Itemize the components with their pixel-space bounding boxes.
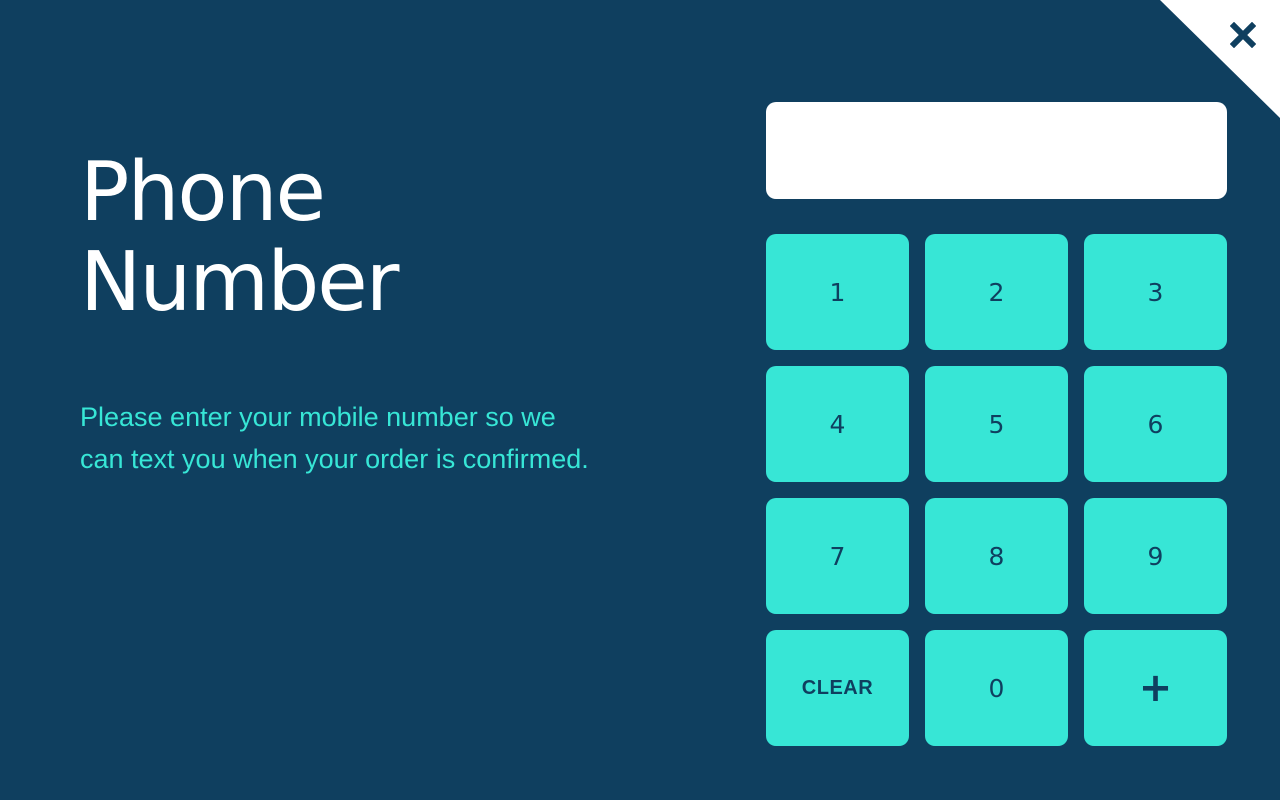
keypad: 1 2 3 4 5 6 7 8 9 CLEAR 0 +: [766, 234, 1227, 746]
key-4[interactable]: 4: [766, 366, 909, 482]
key-3[interactable]: 3: [1084, 234, 1227, 350]
title-line-1: Phone: [80, 145, 326, 240]
key-5[interactable]: 5: [925, 366, 1068, 482]
close-button[interactable]: [1226, 18, 1260, 52]
close-icon: [1230, 22, 1256, 48]
key-8[interactable]: 8: [925, 498, 1068, 614]
key-7[interactable]: 7: [766, 498, 909, 614]
key-2[interactable]: 2: [925, 234, 1068, 350]
clear-button[interactable]: CLEAR: [766, 630, 909, 746]
page-title: Phone Number: [80, 145, 399, 330]
corner-close-area: [1160, 0, 1280, 118]
key-9[interactable]: 9: [1084, 498, 1227, 614]
phone-number-input[interactable]: [766, 102, 1227, 199]
key-6[interactable]: 6: [1084, 366, 1227, 482]
description-text: Please enter your mobile number so we ca…: [80, 402, 589, 474]
title-line-2: Number: [80, 235, 399, 330]
plus-button[interactable]: +: [1084, 630, 1227, 746]
key-0[interactable]: 0: [925, 630, 1068, 746]
key-1[interactable]: 1: [766, 234, 909, 350]
